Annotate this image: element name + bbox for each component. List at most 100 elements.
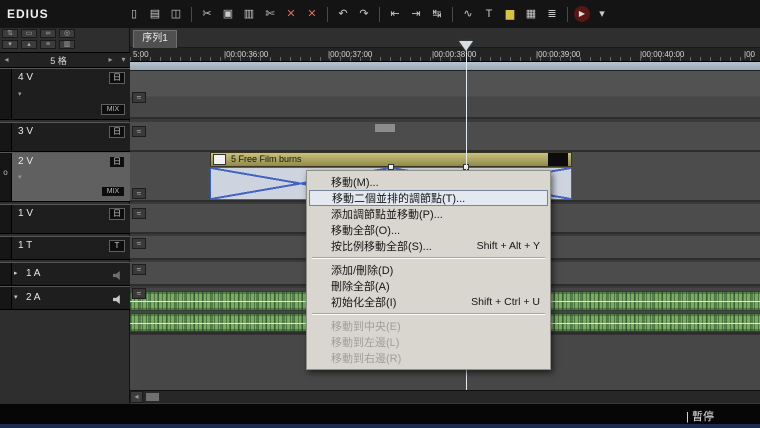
video-channel-badge[interactable]: 日 xyxy=(109,156,125,168)
color-bar-icon[interactable]: ▆ xyxy=(501,5,519,23)
shrink-track-icon[interactable]: ◂ xyxy=(0,53,13,67)
track-options-icon[interactable]: ▥ xyxy=(59,40,75,49)
status-divider: | xyxy=(686,411,689,423)
menu-item[interactable]: 添加調節點並移動(P)... xyxy=(309,206,548,222)
video-channel-badge[interactable]: 日 xyxy=(109,72,125,84)
delete-icon[interactable]: ✕ xyxy=(282,5,300,23)
track-fx-icon[interactable]: ≈ xyxy=(132,238,146,249)
menu-item-shortcut: Shift + Ctrl + U xyxy=(453,296,540,308)
video-channel-badge[interactable]: 日 xyxy=(109,126,125,138)
horizontal-scrollbar[interactable]: ◂ xyxy=(130,390,760,403)
ripple-delete-icon[interactable]: ✕ xyxy=(303,5,321,23)
track-fx-icon[interactable]: ≈ xyxy=(132,288,146,299)
track-lock-icon[interactable]: ⇅ xyxy=(2,29,18,38)
ripple-mode-icon[interactable]: ▭ xyxy=(21,29,37,38)
menu-item: 移動到右邊(R) xyxy=(309,350,548,366)
mixer-badge[interactable]: MIX xyxy=(101,186,125,197)
new-sequence-icon[interactable]: ▯ xyxy=(125,5,143,23)
title-channel-badge[interactable]: T xyxy=(109,240,125,252)
track-fx-icon[interactable]: ≈ xyxy=(132,188,146,199)
expand-icon[interactable]: ▾ xyxy=(18,173,22,181)
wave-icon: ≈ xyxy=(137,265,141,274)
scroll-left-icon[interactable]: ◂ xyxy=(130,391,143,403)
track-sync-strip[interactable]: o xyxy=(0,153,12,201)
menu-item-label: 初始化全部(I) xyxy=(331,294,396,310)
menu-item-label: 移動二個並排的調節點(T)... xyxy=(332,190,465,206)
menu-item[interactable]: 刪除全部(A) xyxy=(309,278,548,294)
expand-video-icon[interactable]: ▾ xyxy=(2,40,18,49)
collapse-icon[interactable]: ▾ xyxy=(14,293,18,301)
title-bar: EDIUS ▯▤◫✂▣▥✄✕✕↶↷⇤⇥↹∿T▆▦≣▶▾ xyxy=(0,0,760,28)
track-sync-strip[interactable] xyxy=(0,205,12,233)
expand-audio-icon[interactable]: ▴ xyxy=(21,40,37,49)
waveform-icon[interactable]: ∿ xyxy=(459,5,477,23)
save-project-icon[interactable]: ◫ xyxy=(167,5,185,23)
paste-icon[interactable]: ▥ xyxy=(240,5,258,23)
track-fx-icon[interactable]: ≈ xyxy=(132,92,146,103)
playhead-marker-icon[interactable] xyxy=(459,41,473,51)
cut-icon[interactable]: ✂ xyxy=(198,5,216,23)
scrollbar-thumb[interactable] xyxy=(145,392,160,402)
track-fx-icon[interactable]: ≈ xyxy=(132,208,146,219)
menu-item[interactable]: 按比例移動全部(S)...Shift + Alt + Y xyxy=(309,238,548,254)
track-row-4v[interactable]: 4 V 日 ▾ MIX xyxy=(0,68,130,120)
speaker-icon[interactable] xyxy=(113,295,123,304)
sync-lock-icon[interactable]: ∞ xyxy=(40,29,56,38)
track-sync-strip[interactable] xyxy=(0,263,12,285)
menu-item-label: 移動到右邊(R) xyxy=(331,350,401,366)
track-row-1t[interactable]: 1 T T xyxy=(0,236,130,260)
timeline-ruler[interactable]: 5:00|00:00:36:00|00:00:37:00|00:00:38:00… xyxy=(130,48,760,62)
open-project-icon[interactable]: ▤ xyxy=(146,5,164,23)
track-sync-strip[interactable] xyxy=(0,287,12,309)
track-row-1a[interactable]: ▸ 1 A xyxy=(0,262,130,286)
trim-mode-icon[interactable]: ↹ xyxy=(428,5,446,23)
grow-track-icon[interactable]: ▸ xyxy=(104,53,117,67)
collapse-icon[interactable]: ▸ xyxy=(14,269,18,277)
track-height-control[interactable]: ◂ 5 格 ▸ ▾ xyxy=(0,52,130,68)
track-row-2a[interactable]: ▾ 2 A xyxy=(0,286,130,310)
redo-icon[interactable]: ↷ xyxy=(355,5,373,23)
track-fx-icon[interactable]: ≈ xyxy=(132,126,146,137)
grid-view-icon[interactable]: ▦ xyxy=(522,5,540,23)
track-sync-strip[interactable] xyxy=(0,123,12,151)
copy-icon[interactable]: ▣ xyxy=(219,5,237,23)
tab-sequence-1[interactable]: 序列1 xyxy=(133,30,177,48)
status-bar: | 暫停 xyxy=(0,404,760,428)
mixer-badge[interactable]: MIX xyxy=(101,104,125,115)
menu-item[interactable]: 添加/刪除(D) xyxy=(309,262,548,278)
toolbar-separator xyxy=(452,7,453,22)
expand-icon[interactable]: ▾ xyxy=(18,90,22,98)
wave-icon: ≈ xyxy=(137,239,141,248)
track-height-dropdown-icon[interactable]: ▾ xyxy=(117,53,130,67)
audio-mixer-icon[interactable]: ≣ xyxy=(543,5,561,23)
in-out-bar[interactable] xyxy=(130,62,760,71)
toolbar-more-icon[interactable]: ▾ xyxy=(593,5,611,23)
menu-item-label: 移動到中央(E) xyxy=(331,318,401,334)
track-link-icon[interactable]: ◎ xyxy=(59,29,75,38)
track-row-3v[interactable]: 3 V 日 xyxy=(0,122,130,152)
menu-item[interactable]: 移動(M)... xyxy=(309,174,548,190)
track-sync-strip[interactable] xyxy=(0,69,12,119)
track-row-2v[interactable]: o 2 V 日 ▾ MIX xyxy=(0,152,130,202)
set-out-point-icon[interactable]: ⇥ xyxy=(407,5,425,23)
ripple-cut-icon[interactable]: ✄ xyxy=(261,5,279,23)
track-fx-icon[interactable]: ≈ xyxy=(132,264,146,275)
track-sync-strip[interactable] xyxy=(0,237,12,259)
video-channel-badge[interactable]: 日 xyxy=(109,208,125,220)
speaker-muted-icon[interactable] xyxy=(113,271,123,280)
menu-item[interactable]: 初始化全部(I) Shift + Ctrl + U xyxy=(309,294,548,310)
title-tool-icon[interactable]: T xyxy=(480,5,498,23)
menu-item[interactable]: 移動全部(O)... xyxy=(309,222,548,238)
set-in-point-icon[interactable]: ⇤ xyxy=(386,5,404,23)
play-button-icon[interactable]: ▶ xyxy=(574,6,590,22)
toolbar-separator xyxy=(191,7,192,22)
undo-icon[interactable]: ↶ xyxy=(334,5,352,23)
ruler-tick: |00:00:38:00 xyxy=(432,50,476,59)
clip-fragment[interactable] xyxy=(374,123,396,133)
track-row-1v[interactable]: 1 V 日 xyxy=(0,204,130,234)
toolbar-separator xyxy=(327,7,328,22)
track-label: 2 A xyxy=(26,292,40,303)
track-height-icon[interactable]: ≡ xyxy=(40,40,56,49)
menu-item[interactable]: 移動二個並排的調節點(T)... xyxy=(309,190,548,206)
ruler-tick: 5:00 xyxy=(133,50,149,59)
